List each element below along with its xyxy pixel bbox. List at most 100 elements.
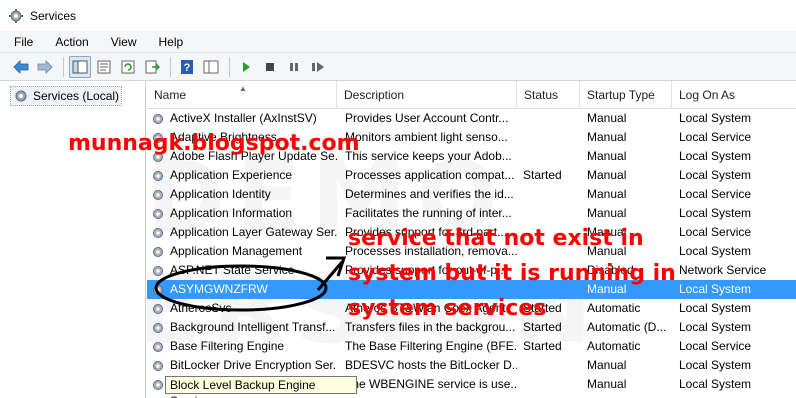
service-startup-type: Manual	[587, 130, 627, 144]
service-name-cell: ASYMGWNZFRW	[151, 280, 337, 299]
forward-button[interactable]	[34, 56, 56, 78]
service-description: This service keeps your Adob...	[345, 149, 512, 163]
export-list-button[interactable]	[141, 56, 163, 78]
help-icon: ?	[181, 59, 193, 74]
service-gear-icon	[153, 189, 163, 200]
column-name-label: Name	[154, 88, 187, 102]
menu-help[interactable]: Help	[157, 34, 186, 50]
column-header-status[interactable]: Status	[517, 81, 580, 109]
service-name-cell: Application Information	[151, 204, 337, 223]
service-name-cell: ActiveX Installer (AxInstSV)	[151, 109, 337, 128]
service-gear-icon	[153, 284, 163, 295]
service-startup-type: Manual	[587, 377, 627, 391]
service-gear-icon	[153, 303, 163, 314]
service-name-cell: Application Experience	[151, 166, 337, 185]
extended-view-icon	[203, 60, 219, 73]
service-log-on-as: Local Service	[679, 130, 752, 144]
service-name: Application Identity	[170, 187, 271, 201]
toolbar-separator	[229, 56, 230, 77]
service-description: Determines and verifies the id...	[345, 187, 514, 201]
title-bar: Services	[0, 0, 796, 31]
service-row[interactable]: Application Identity Determines and verif…	[147, 185, 796, 204]
toolbar-separator	[170, 56, 171, 77]
service-log-on-as: Local System	[679, 301, 752, 315]
start-service-icon	[243, 61, 250, 72]
service-name-cell: Application Management	[151, 242, 337, 261]
column-header-log-on-as[interactable]: Log On As	[672, 81, 796, 109]
menu-view[interactable]: View	[109, 34, 139, 50]
service-gear-icon	[153, 341, 163, 352]
service-row[interactable]: Application Experience Processes applicat…	[147, 166, 796, 185]
console-tree: Services (Local)	[0, 81, 146, 398]
properties-icon	[97, 60, 111, 73]
service-log-on-as: Local System	[679, 244, 752, 258]
service-description: BDESVC hosts the BitLocker D...	[345, 358, 517, 372]
back-button[interactable]	[10, 56, 32, 78]
service-status	[523, 375, 583, 394]
refresh-button[interactable]	[117, 56, 139, 78]
service-description: The Base Filtering Engine (BFE...	[345, 339, 517, 353]
menu-file[interactable]: File	[12, 34, 35, 50]
pause-service-button[interactable]	[283, 56, 305, 78]
show-hide-tree-button[interactable]	[69, 55, 91, 78]
service-status	[523, 356, 583, 375]
stop-service-button[interactable]	[259, 56, 281, 78]
service-row[interactable]: ActiveX Installer (AxInstSV) Provides Use…	[147, 109, 796, 128]
service-name-cell: ASP.NET State Service	[151, 261, 337, 280]
service-description: Monitors ambient light senso...	[345, 130, 508, 144]
service-name-cell: Base Filtering Engine	[151, 337, 337, 356]
service-row[interactable]: BitLocker Drive Encryption Ser... BDESVC …	[147, 356, 796, 375]
extended-view-button[interactable]	[200, 56, 222, 78]
service-log-on-as: Local System	[679, 149, 752, 163]
service-log-on-as: Local System	[679, 206, 752, 220]
list-header: Name ▲ Description Status Startup Type L…	[147, 81, 796, 109]
toolbar-separator	[63, 56, 64, 77]
sort-ascending-icon: ▲	[239, 84, 247, 93]
service-gear-icon	[153, 113, 163, 124]
column-header-name[interactable]: Name ▲	[147, 81, 337, 109]
service-log-on-as: Network Service	[679, 263, 767, 277]
service-gear-icon	[153, 208, 163, 219]
forward-icon	[37, 59, 53, 74]
service-name: ASYMGWNZFRW	[170, 282, 268, 296]
start-service-button[interactable]	[235, 56, 257, 78]
properties-button[interactable]	[93, 56, 115, 78]
service-name: Application Experience	[170, 168, 293, 182]
service-name: Background Intelligent Transf...	[170, 320, 336, 334]
column-status-label: Status	[524, 88, 559, 102]
tree-item-services-local[interactable]: Services (Local)	[10, 86, 122, 106]
service-log-on-as: Local System	[679, 168, 752, 182]
service-startup-type: Manual	[587, 358, 627, 372]
restart-service-button[interactable]	[307, 56, 329, 78]
stop-service-icon	[266, 62, 274, 71]
column-header-startup-type[interactable]: Startup Type	[580, 81, 672, 109]
service-row[interactable]: Base Filtering Engine The Base Filtering …	[147, 337, 796, 356]
service-status	[523, 147, 583, 166]
service-log-on-as: Local System	[679, 320, 752, 334]
service-name: Base Filtering Engine	[170, 339, 285, 353]
service-log-on-as: Local System	[679, 282, 752, 296]
restart-service-icon	[312, 61, 324, 72]
service-description: The WBENGINE service is use...	[345, 377, 517, 391]
service-name: ASP.NET State Service	[170, 263, 295, 277]
service-status	[523, 185, 583, 204]
tree-item-label: Services (Local)	[33, 89, 120, 103]
menu-bar: File Action View Help	[0, 31, 796, 53]
service-name: Application Layer Gateway Ser...	[170, 225, 337, 239]
tooltip: Block Level Backup Engine Service	[165, 376, 357, 398]
service-log-on-as: Local Service	[679, 225, 752, 239]
service-status	[523, 109, 583, 128]
service-name-cell: Background Intelligent Transf...	[151, 318, 337, 337]
service-gear-icon	[153, 379, 163, 390]
service-gear-icon	[153, 265, 163, 276]
help-button[interactable]: ?	[176, 56, 198, 78]
window-title: Services	[30, 8, 77, 23]
service-gear-icon	[153, 246, 163, 257]
annotation-note: service that not exist in system but it …	[348, 226, 676, 321]
service-name-cell: Application Layer Gateway Ser...	[151, 223, 337, 242]
menu-action[interactable]: Action	[53, 34, 90, 50]
annotation-url: munnagk.blogspot.com	[68, 131, 360, 156]
back-icon	[13, 59, 29, 74]
service-log-on-as: Local System	[679, 377, 752, 391]
column-header-description[interactable]: Description	[337, 81, 517, 109]
